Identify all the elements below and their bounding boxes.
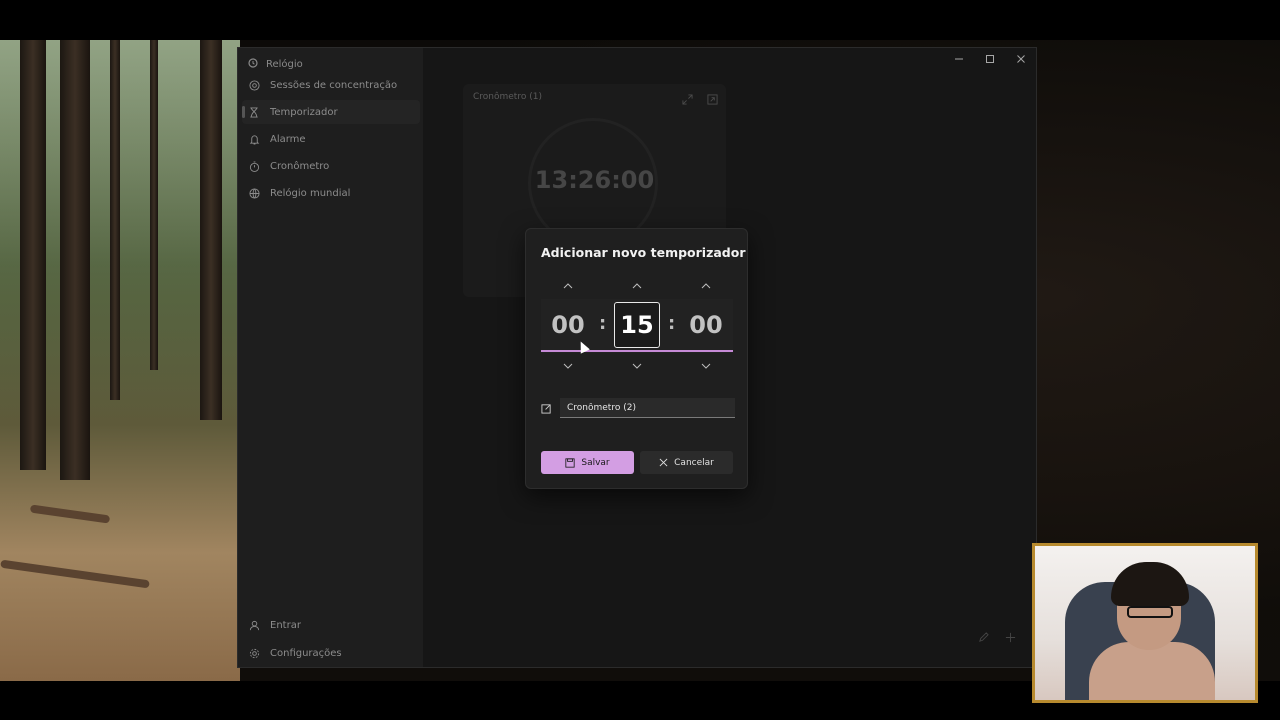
sidebar-item-world-clock[interactable]: Relógio mundial xyxy=(242,181,420,205)
seconds-up-button[interactable] xyxy=(696,280,716,292)
active-indicator xyxy=(242,106,245,118)
minutes-down-button[interactable] xyxy=(627,360,647,372)
sidebar-item-stopwatch[interactable]: Cronômetro xyxy=(242,154,420,178)
save-button[interactable]: Salvar xyxy=(541,451,634,474)
chevron-up-icon xyxy=(701,283,711,289)
minutes-field[interactable]: 15 xyxy=(614,302,660,348)
sidebar-item-alarm[interactable]: Alarme xyxy=(242,127,420,151)
seconds-field[interactable]: 00 xyxy=(683,302,729,348)
hours-down-button[interactable] xyxy=(558,360,578,372)
sidebar: Relógio Sessões de concentração Temporiz… xyxy=(238,48,423,667)
time-separator: : xyxy=(599,313,607,334)
close-icon xyxy=(659,458,668,467)
add-timer-dialog: Adicionar novo temporizador 00 : 15 : 00… xyxy=(525,228,748,489)
sidebar-item-label: Entrar xyxy=(270,619,301,631)
sidebar-item-label: Sessões de concentração xyxy=(270,79,398,91)
sidebar-item-sign-in[interactable]: Entrar xyxy=(242,613,420,637)
time-picker-underline xyxy=(541,350,733,352)
webcam-overlay xyxy=(1032,543,1258,703)
sidebar-item-settings[interactable]: Configurações xyxy=(242,641,420,665)
stopwatch-icon xyxy=(248,160,260,172)
hours-up-button[interactable] xyxy=(558,280,578,292)
sidebar-item-label: Alarme xyxy=(270,133,306,145)
seconds-down-button[interactable] xyxy=(696,360,716,372)
sidebar-item-focus-sessions[interactable]: Sessões de concentração xyxy=(242,73,420,97)
time-separator: : xyxy=(668,313,676,334)
bell-icon xyxy=(248,133,260,145)
sidebar-item-label: Relógio mundial xyxy=(270,187,351,199)
app-title: Relógio xyxy=(266,58,303,70)
save-icon xyxy=(565,457,575,468)
sidebar-item-label: Configurações xyxy=(270,647,342,659)
clock-app-icon xyxy=(248,57,258,71)
cancel-button[interactable]: Cancelar xyxy=(640,451,733,474)
title-bar: Relógio xyxy=(248,54,303,74)
sidebar-item-label: Temporizador xyxy=(270,106,338,118)
sidebar-item-label: Cronômetro xyxy=(270,160,330,172)
chevron-down-icon xyxy=(701,363,711,369)
chevron-up-icon xyxy=(563,283,573,289)
chevron-down-icon xyxy=(632,363,642,369)
chevron-up-icon xyxy=(632,283,642,289)
gear-icon xyxy=(248,647,260,659)
save-button-label: Salvar xyxy=(581,457,610,468)
focus-icon xyxy=(248,79,260,91)
user-icon xyxy=(248,619,260,631)
hourglass-icon xyxy=(248,106,260,118)
cancel-button-label: Cancelar xyxy=(674,457,714,468)
timer-name-input[interactable] xyxy=(560,398,735,418)
dialog-title: Adicionar novo temporizador xyxy=(541,245,746,260)
timer-name-row xyxy=(541,398,735,418)
globe-icon xyxy=(248,187,260,199)
chevron-down-icon xyxy=(563,363,573,369)
forest-wallpaper xyxy=(0,40,240,681)
minutes-up-button[interactable] xyxy=(627,280,647,292)
sidebar-item-timer[interactable]: Temporizador xyxy=(242,100,420,124)
edit-icon xyxy=(541,399,552,418)
